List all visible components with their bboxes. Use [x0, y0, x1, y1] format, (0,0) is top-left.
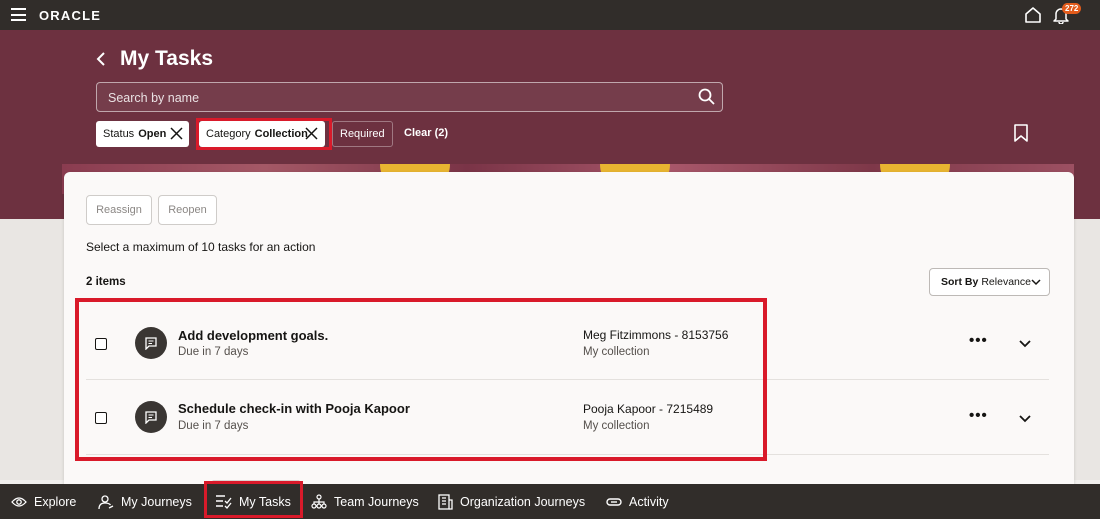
home-icon[interactable]: [1024, 6, 1042, 24]
top-bar: [0, 0, 1100, 30]
chevron-down-icon[interactable]: [1019, 414, 1031, 424]
notification-badge: 272: [1062, 3, 1082, 14]
link-icon: [606, 497, 622, 506]
chevron-left-icon[interactable]: [94, 50, 110, 68]
building-icon: [438, 493, 453, 510]
eye-icon: [11, 496, 27, 507]
team-hierarchy-icon: [311, 493, 327, 509]
nav-label: Explore: [34, 494, 77, 509]
reopen-button[interactable]: Reopen: [158, 195, 217, 225]
sort-dropdown[interactable]: Sort By Relevance: [929, 268, 1050, 296]
close-icon[interactable]: [170, 127, 183, 140]
person-icon: [98, 494, 114, 509]
filter-key: Status: [103, 128, 135, 140]
clear-filters-button[interactable]: Clear (2): [404, 127, 448, 139]
sort-value: Relevance: [981, 276, 1031, 288]
reassign-button[interactable]: Reassign: [86, 195, 152, 225]
highlight-box: [204, 481, 303, 518]
filter-chip-required[interactable]: Required: [332, 121, 393, 147]
chevron-down-icon: [1031, 279, 1041, 286]
more-actions-icon[interactable]: •••: [969, 332, 988, 349]
filter-chip-status[interactable]: Status Open: [96, 121, 189, 147]
bookmark-icon[interactable]: [1013, 124, 1029, 142]
page-title: My Tasks: [120, 47, 213, 70]
search-icon[interactable]: [698, 88, 715, 105]
nav-label: Team Journeys: [334, 494, 419, 509]
sort-label: Sort By: [941, 276, 979, 288]
hamburger-icon[interactable]: [11, 8, 26, 21]
nav-label: Organization Journeys: [460, 494, 586, 509]
nav-label: Activity: [629, 494, 669, 509]
nav-activity[interactable]: Activity: [606, 484, 669, 519]
search-input[interactable]: [108, 90, 688, 106]
search-box[interactable]: [96, 82, 723, 112]
nav-explore[interactable]: Explore: [11, 484, 76, 519]
highlight-box: [196, 118, 332, 150]
nav-team-journeys[interactable]: Team Journeys: [311, 484, 419, 519]
nav-label: My Journeys: [121, 494, 192, 509]
items-count: 2 items: [86, 276, 126, 288]
filter-value: Open: [138, 128, 167, 140]
nav-organization-journeys[interactable]: Organization Journeys: [438, 484, 585, 519]
more-actions-icon[interactable]: •••: [969, 407, 988, 424]
chevron-down-icon[interactable]: [1019, 339, 1031, 349]
oracle-logo[interactable]: ORACLE: [39, 8, 101, 23]
highlight-box: [75, 298, 767, 461]
nav-my-journeys[interactable]: My Journeys: [98, 484, 192, 519]
selection-hint: Select a maximum of 10 tasks for an acti…: [86, 240, 316, 254]
bottom-navigation: Explore My Journeys My Tasks Team Journe…: [0, 484, 1100, 519]
